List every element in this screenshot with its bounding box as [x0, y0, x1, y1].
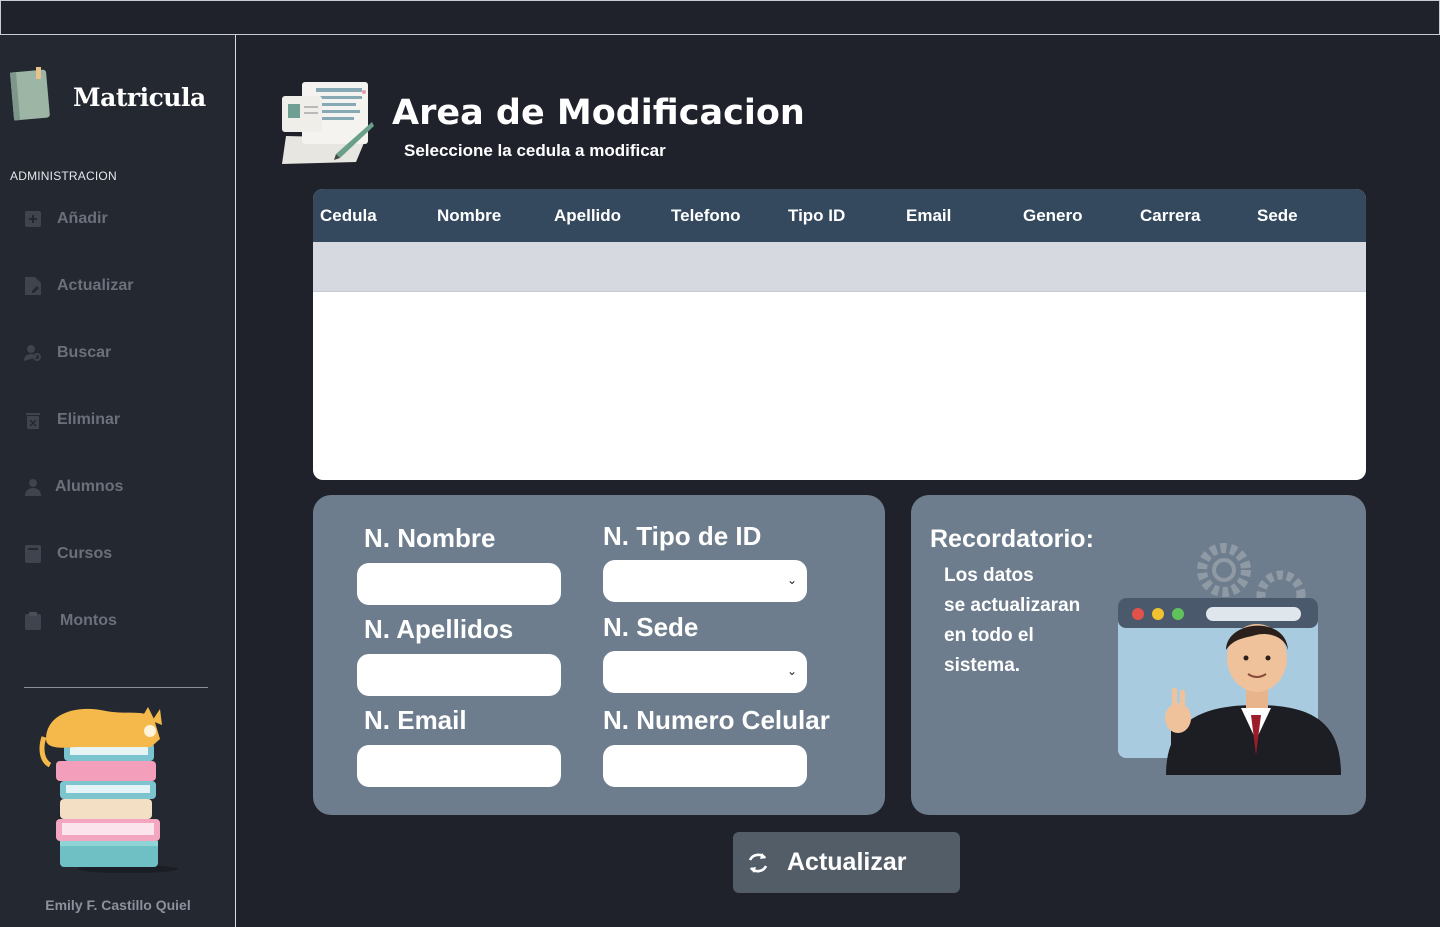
page-subtitle: Seleccione la cedula a modificar — [404, 141, 666, 160]
sidebar: Matricula ADMINISTRACION Añadir Actualiz… — [0, 35, 236, 927]
nombre-label: N. Nombre — [364, 523, 496, 553]
email-input[interactable] — [357, 745, 561, 787]
column-header-tipo-id[interactable]: Tipo ID — [788, 206, 845, 226]
sidebar-item-label: Actualizar — [57, 277, 134, 294]
page-title: Area de Modificacion — [392, 93, 805, 133]
reminder-line: se actualizaran — [944, 595, 1081, 616]
reminder-line: Los datos — [944, 565, 1034, 586]
trash-icon — [24, 411, 42, 429]
column-header-genero[interactable]: Genero — [1023, 206, 1083, 226]
students-table[interactable]: Cedula Nombre Apellido Telefono Tipo ID … — [313, 189, 1366, 480]
tipo-id-label: N. Tipo de ID — [603, 521, 762, 551]
sidebar-item-label: Cursos — [57, 545, 113, 562]
apellidos-input[interactable] — [357, 654, 561, 696]
apellidos-label: N. Apellidos — [364, 614, 514, 644]
nombre-input[interactable] — [357, 563, 561, 605]
file-edit-icon — [24, 277, 42, 295]
plus-square-icon — [24, 210, 42, 228]
celular-input[interactable] — [603, 745, 807, 787]
tipo-id-select[interactable]: ⌄ — [603, 560, 807, 602]
sidebar-item-label: Añadir — [57, 210, 108, 227]
email-label: N. Email — [364, 705, 467, 735]
column-header-apellido[interactable]: Apellido — [554, 206, 621, 226]
sidebar-item-label: Buscar — [57, 344, 112, 361]
author-credit: Emily F. Castillo Quiel — [45, 897, 191, 913]
section-label: ADMINISTRACION — [10, 169, 117, 183]
sidebar-item-label: Eliminar — [57, 411, 121, 428]
user-icon — [24, 478, 42, 496]
sidebar-item-buscar[interactable]: Buscar — [24, 338, 214, 368]
cat-on-books-illustration — [39, 707, 178, 873]
sidebar-divider — [24, 687, 208, 688]
update-form: N. Nombre N. Apellidos N. Email N. Tipo … — [313, 495, 885, 815]
column-header-email[interactable]: Email — [906, 206, 951, 226]
chevron-down-icon: ⌄ — [786, 664, 797, 678]
sidebar-item-anadir[interactable]: Añadir — [24, 204, 214, 234]
book-icon — [24, 545, 42, 563]
column-header-carrera[interactable]: Carrera — [1140, 206, 1201, 226]
brand-title: Matricula — [73, 83, 206, 112]
sede-label: N. Sede — [603, 612, 699, 642]
chevron-down-icon: ⌄ — [786, 573, 797, 587]
sidebar-item-montos[interactable]: Montos — [24, 606, 214, 636]
sidebar-item-label: Montos — [60, 612, 117, 629]
update-button-label: Actualizar — [787, 848, 907, 876]
brand: Matricula — [8, 67, 228, 127]
reminder-line: sistema. — [944, 655, 1021, 676]
column-header-sede[interactable]: Sede — [1257, 206, 1298, 226]
refresh-icon — [748, 852, 768, 873]
sede-select[interactable]: ⌄ — [603, 651, 807, 693]
table-row[interactable] — [313, 242, 1366, 292]
celular-label: N. Numero Celular — [603, 705, 830, 735]
sidebar-item-cursos[interactable]: Cursos — [24, 539, 214, 569]
column-header-telefono[interactable]: Telefono — [671, 206, 741, 226]
sidebar-item-label: Alumnos — [55, 478, 124, 495]
reminder-line: en todo el — [944, 625, 1034, 646]
document-edit-icon — [282, 82, 374, 164]
table-header: Cedula Nombre Apellido Telefono Tipo ID … — [313, 189, 1366, 242]
sidebar-item-eliminar[interactable]: Eliminar — [24, 405, 214, 435]
sidebar-item-actualizar[interactable]: Actualizar — [24, 271, 214, 301]
user-search-icon — [24, 344, 42, 362]
reminder-title: Recordatorio: — [930, 525, 1094, 553]
sidebar-item-alumnos[interactable]: Alumnos — [24, 472, 214, 502]
column-header-nombre[interactable]: Nombre — [437, 206, 501, 226]
reminder-card: Recordatorio: Los datos se actualizaran … — [911, 495, 1366, 815]
clipboard-icon — [24, 612, 42, 630]
update-button[interactable]: Actualizar — [733, 832, 960, 893]
businessman-illustration — [1118, 543, 1341, 775]
notebook-icon — [10, 67, 50, 121]
window-top-bar — [0, 0, 1440, 35]
column-header-cedula[interactable]: Cedula — [320, 206, 377, 226]
